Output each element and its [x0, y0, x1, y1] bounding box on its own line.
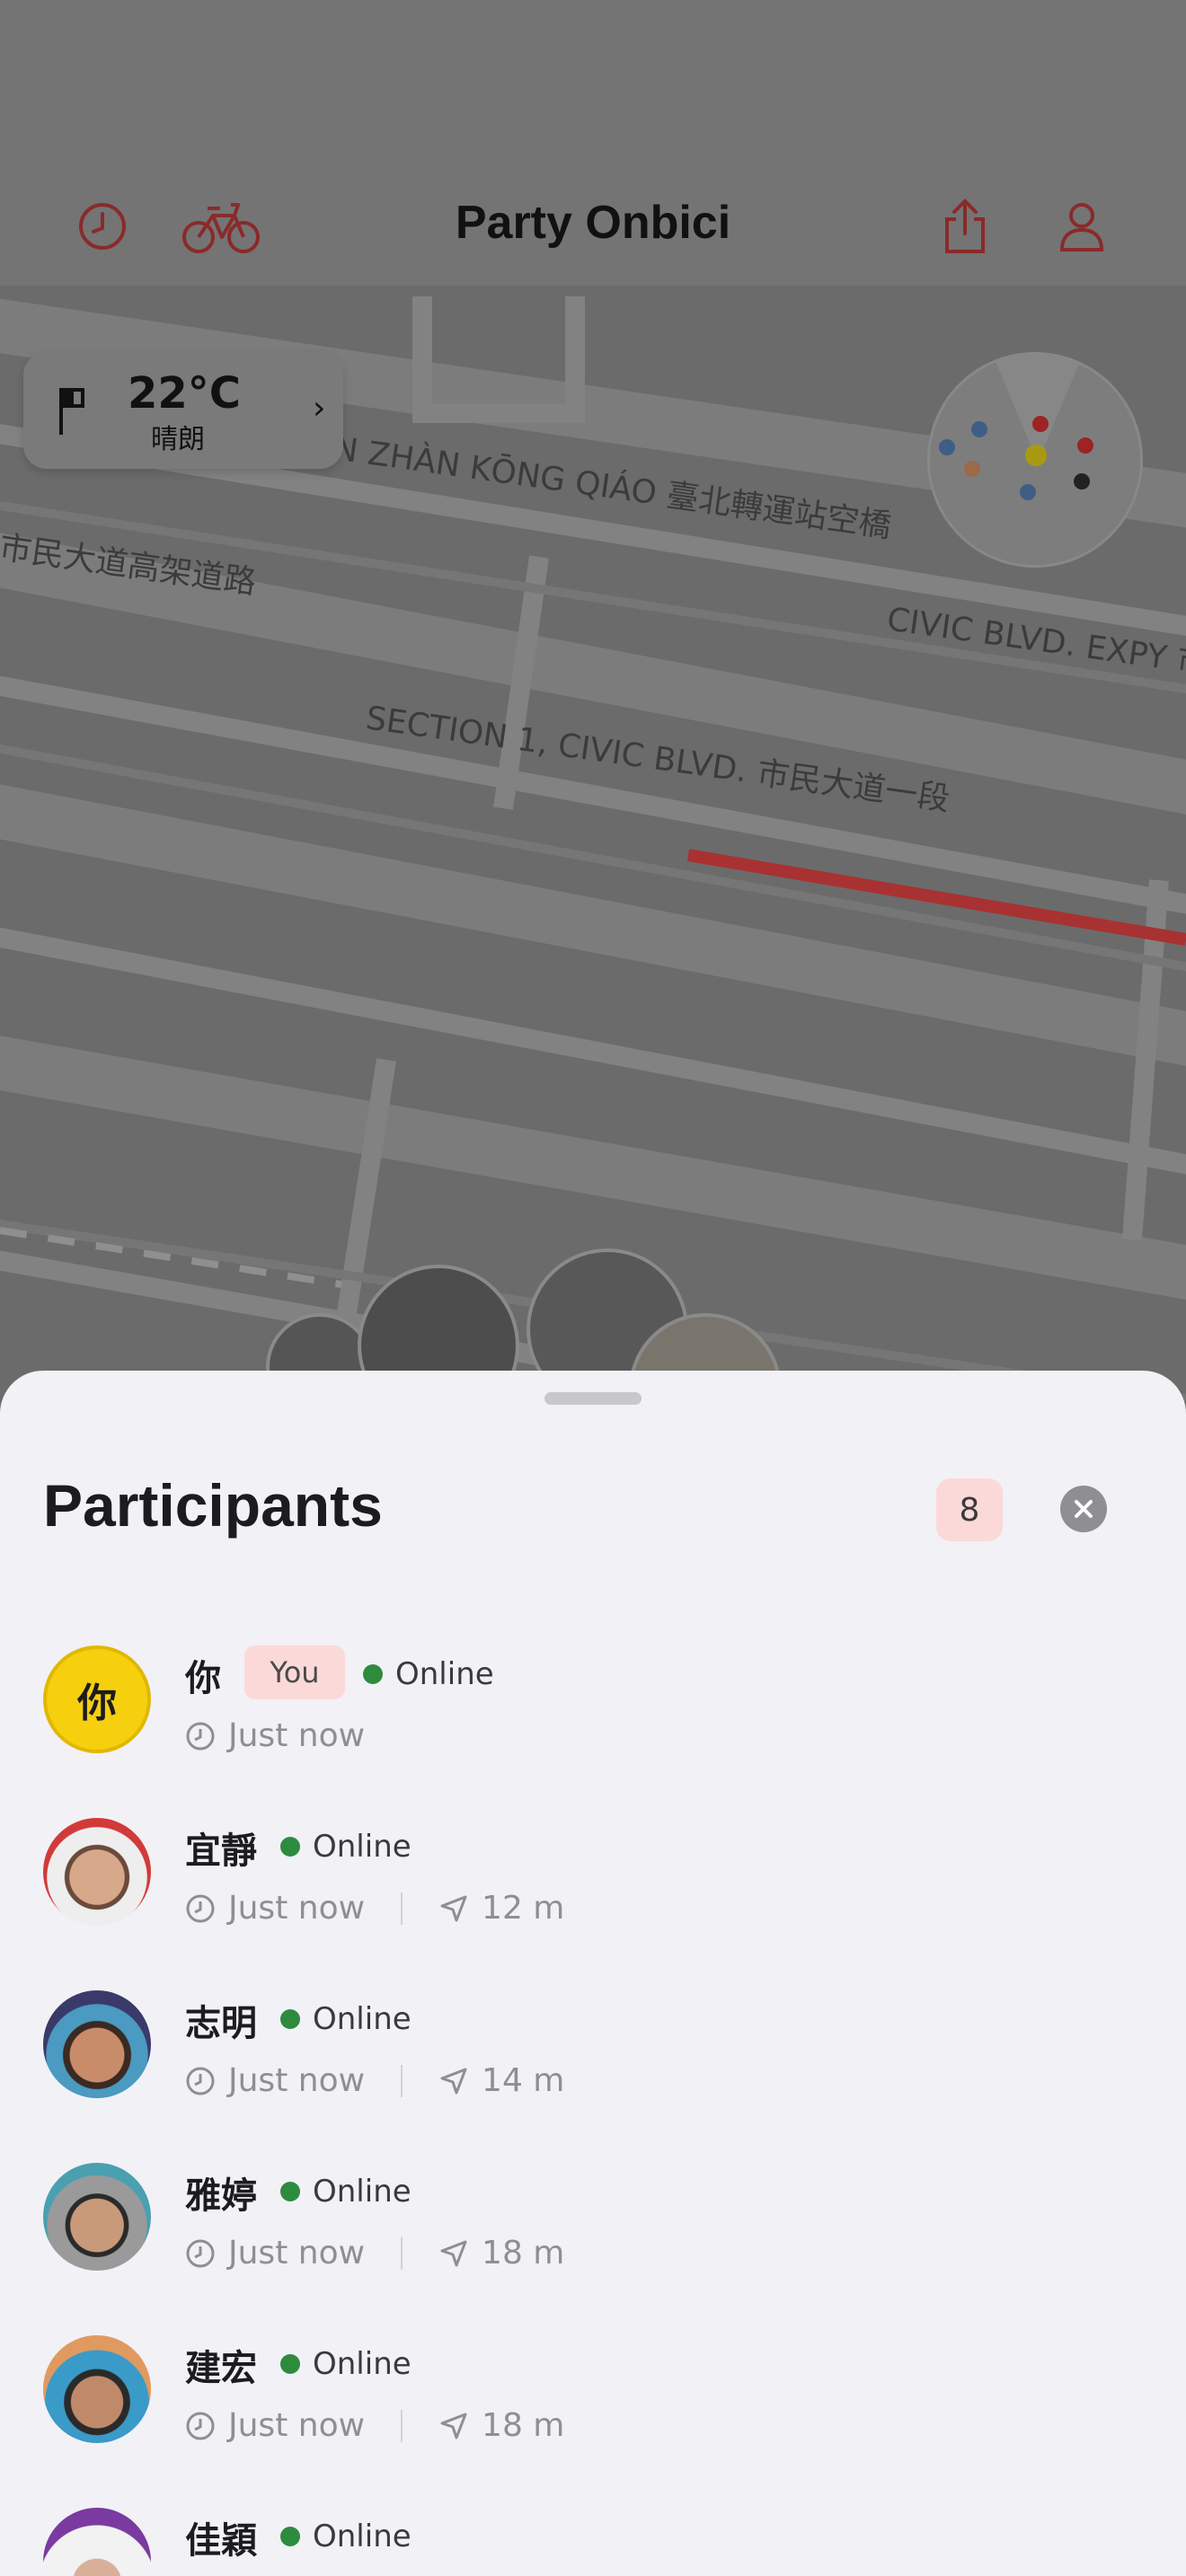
- clock-icon: [186, 1894, 215, 1922]
- clock-icon: [186, 2412, 215, 2439]
- close-icon: [1075, 1500, 1093, 1518]
- status-online: Online: [280, 2346, 412, 2382]
- status-online: Online: [280, 2174, 412, 2210]
- online-dot-icon: [280, 2182, 300, 2201]
- participant-name: 佳穎: [185, 2520, 257, 2562]
- participant-row[interactable]: 宜靜 Online Just now 12 m: [0, 1818, 1186, 1990]
- participant-row[interactable]: 佳穎 Online: [0, 2508, 1186, 2576]
- participant-meta: Just now: [185, 1717, 365, 1754]
- participant-name: 志明: [185, 2003, 257, 2044]
- clock-icon: [186, 1722, 215, 1750]
- clock-icon: [186, 2239, 215, 2267]
- divider: [401, 2064, 403, 2097]
- weather-temperature: 22°C: [128, 368, 242, 419]
- participant-name: 雅婷: [185, 2175, 257, 2217]
- status-online: Online: [280, 2001, 412, 2037]
- avatar: [43, 1990, 151, 2098]
- navigation-arrow-icon: [440, 2240, 467, 2266]
- last-seen: Just now: [228, 2235, 366, 2272]
- weather-chip[interactable]: 22°C 晴朗 ›: [23, 352, 343, 469]
- sheet-grabber[interactable]: [544, 1392, 642, 1405]
- distance: 18 m: [482, 2407, 565, 2444]
- participant-name: 你: [185, 1658, 221, 1699]
- last-seen: Just now: [228, 1890, 366, 1927]
- divider: [401, 1892, 403, 1925]
- distance: 12 m: [482, 1890, 565, 1927]
- radar-dot: [971, 421, 987, 437]
- top-bar: Party Onbici: [0, 0, 1186, 286]
- navigation-arrow-icon: [440, 1895, 467, 1921]
- last-seen: Just now: [228, 2062, 366, 2099]
- flag-icon: [59, 388, 84, 435]
- participant-name: 宜靜: [185, 1831, 257, 1872]
- avatar: [43, 1818, 151, 1926]
- participant-row[interactable]: 志明 Online Just now 14 m: [0, 1990, 1186, 2163]
- avatar: [43, 2508, 151, 2576]
- participant-row[interactable]: 你 你 You Online Just now: [0, 1645, 1186, 1818]
- participant-row[interactable]: 雅婷 Online Just now 18 m: [0, 2163, 1186, 2335]
- divider: [401, 2236, 403, 2270]
- chevron-right-icon: ›: [313, 390, 326, 427]
- you-badge: You: [244, 1645, 345, 1699]
- participant-radar[interactable]: [927, 352, 1143, 568]
- participant-row[interactable]: 建宏 Online Just now 18 m: [0, 2335, 1186, 2508]
- status-online: Online: [363, 1656, 494, 1692]
- participant-meta: Just now 14 m: [185, 2062, 564, 2099]
- radar-dot: [1032, 416, 1049, 432]
- online-dot-icon: [363, 1664, 383, 1684]
- sheet-heading: Participants: [43, 1472, 383, 1539]
- status-online: Online: [280, 2519, 412, 2554]
- radar-dot: [1074, 473, 1090, 490]
- participant-meta: Just now 18 m: [185, 2235, 564, 2272]
- profile-icon[interactable]: [1046, 190, 1118, 262]
- participant-meta: Just now 18 m: [185, 2407, 564, 2444]
- online-dot-icon: [280, 1837, 300, 1857]
- navigation-arrow-icon: [440, 2068, 467, 2094]
- participant-count-badge: 8: [936, 1478, 1003, 1541]
- weather-condition: 晴朗: [151, 424, 205, 455]
- participant-meta: Just now 12 m: [185, 1890, 564, 1927]
- app-title: Party Onbici: [455, 197, 731, 249]
- clock-icon: [186, 2067, 215, 2095]
- radar-dot: [964, 461, 980, 477]
- online-dot-icon: [280, 2527, 300, 2546]
- close-button[interactable]: [1060, 1486, 1107, 1532]
- share-icon[interactable]: [929, 190, 1001, 262]
- avatar: [43, 2335, 151, 2443]
- radar-dot-you: [1025, 445, 1047, 466]
- participant-name: 建宏: [185, 2348, 257, 2389]
- radar-dot: [939, 439, 955, 455]
- last-seen: Just now: [228, 1717, 366, 1754]
- participants-sheet: Participants 8 你 你 You Online Just now 宜…: [0, 1371, 1186, 2576]
- status-online: Online: [280, 1829, 412, 1865]
- online-dot-icon: [280, 2009, 300, 2029]
- last-seen: Just now: [228, 2407, 366, 2444]
- radar-dot: [1077, 437, 1093, 454]
- divider: [401, 2409, 403, 2442]
- distance: 18 m: [482, 2235, 565, 2272]
- avatar: 你: [43, 1645, 151, 1753]
- distance: 14 m: [482, 2062, 565, 2099]
- online-dot-icon: [280, 2354, 300, 2374]
- avatar: [43, 2163, 151, 2271]
- navigation-arrow-icon: [440, 2413, 467, 2439]
- radar-dot: [1020, 484, 1036, 500]
